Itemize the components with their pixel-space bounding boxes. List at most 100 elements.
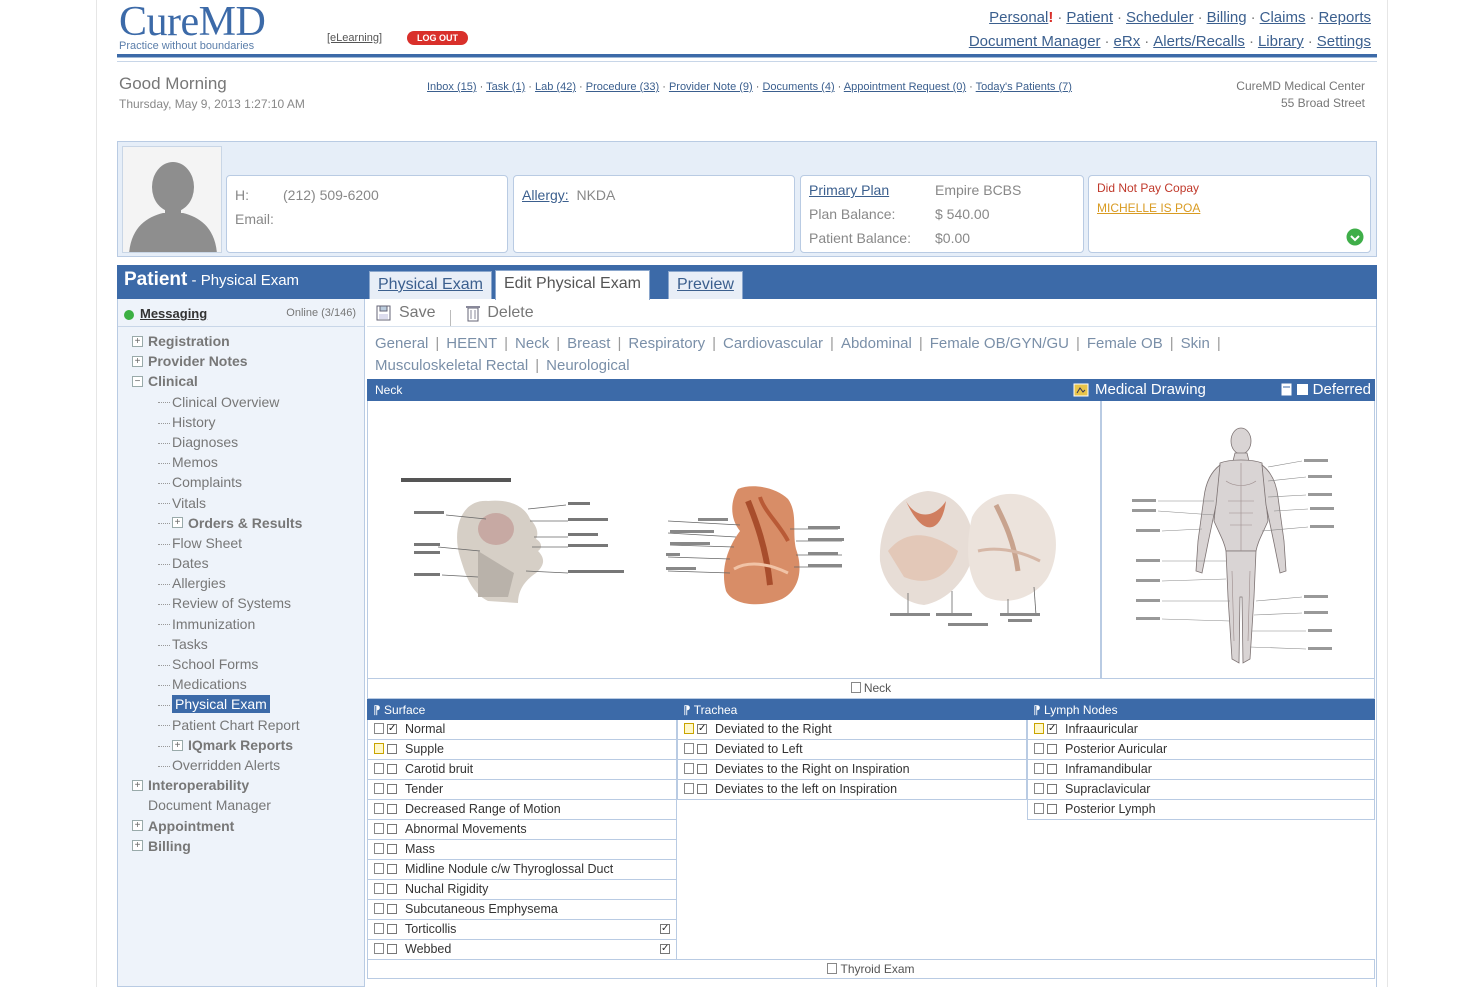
sidebar-item-flow-sheet[interactable]: Flow Sheet bbox=[132, 533, 364, 553]
finding-checkbox[interactable] bbox=[387, 843, 397, 854]
sidebar-item-physical-exam[interactable]: Physical Exam bbox=[132, 694, 364, 714]
note-icon[interactable]: ⁋ bbox=[1033, 703, 1044, 717]
note-icon[interactable] bbox=[827, 963, 838, 975]
quick-link-lab-42[interactable]: Lab (42) bbox=[535, 81, 576, 93]
add-alert-icon[interactable] bbox=[1346, 228, 1364, 246]
note-icon[interactable] bbox=[1034, 763, 1044, 775]
quick-link-appointment-request-0[interactable]: Appointment Request (0) bbox=[844, 81, 966, 93]
sidebar-item-review-of-systems[interactable]: Review of Systems bbox=[132, 593, 364, 613]
collapse-icon[interactable]: − bbox=[132, 376, 143, 388]
nav-settings[interactable]: Settings bbox=[1317, 33, 1371, 50]
expand-icon[interactable]: + bbox=[172, 517, 183, 529]
logout-button[interactable]: LOG OUT bbox=[407, 31, 468, 45]
finding-subcutaneous-emphysema[interactable]: Subcutaneous Emphysema bbox=[367, 900, 677, 920]
section-link-heent[interactable]: HEENT bbox=[446, 335, 497, 352]
sidebar-item-medications[interactable]: Medications bbox=[132, 674, 364, 694]
finding-checkbox[interactable] bbox=[1047, 763, 1057, 774]
finding-checkbox[interactable] bbox=[387, 883, 397, 894]
note-icon[interactable] bbox=[374, 863, 384, 875]
expand-icon[interactable]: + bbox=[132, 840, 143, 852]
sidebar-item-appointment[interactable]: + Appointment bbox=[132, 816, 364, 836]
finding-checkbox[interactable]: ✓ bbox=[697, 723, 707, 734]
sidebar-item-vitals[interactable]: Vitals bbox=[132, 493, 364, 513]
expand-icon[interactable]: + bbox=[132, 820, 143, 832]
nav-library[interactable]: Library bbox=[1258, 33, 1304, 50]
expand-icon[interactable]: + bbox=[132, 355, 143, 367]
nav-scheduler[interactable]: Scheduler bbox=[1126, 9, 1194, 26]
quick-link-task-1[interactable]: Task (1) bbox=[486, 81, 525, 93]
finding-mass[interactable]: Mass bbox=[367, 840, 677, 860]
finding-checkbox[interactable] bbox=[1047, 803, 1057, 814]
quick-link-provider-note-9[interactable]: Provider Note (9) bbox=[669, 81, 753, 93]
finding-midline-nodule-c-w-thyroglossal-duct[interactable]: Midline Nodule c/w Thyroglossal Duct bbox=[367, 860, 677, 880]
note-icon[interactable] bbox=[684, 723, 694, 735]
tab-preview[interactable]: Preview bbox=[668, 271, 743, 299]
nav-document-manager[interactable]: Document Manager bbox=[969, 33, 1101, 50]
finding-checkbox[interactable] bbox=[697, 783, 707, 794]
delete-button[interactable]: Delete bbox=[465, 304, 534, 322]
note-icon[interactable]: ⁋ bbox=[373, 703, 384, 717]
note-icon[interactable] bbox=[1034, 723, 1044, 735]
note-icon[interactable] bbox=[374, 743, 384, 755]
sidebar-item-interoperability[interactable]: + Interoperability bbox=[132, 775, 364, 795]
nav-erx[interactable]: eRx bbox=[1114, 33, 1141, 50]
note-icon[interactable] bbox=[374, 763, 384, 775]
full-body-drawing[interactable] bbox=[1101, 401, 1375, 679]
section-link-skin[interactable]: Skin bbox=[1181, 335, 1210, 352]
finding-deviates-to-the-left-on-inspiration[interactable]: Deviates to the left on Inspiration bbox=[677, 780, 1027, 800]
alert-icon[interactable]: ! bbox=[1048, 9, 1053, 26]
medical-drawing-toggle[interactable]: Medical Drawing bbox=[1073, 381, 1206, 398]
sidebar-item-iqmark-reports[interactable]: + IQmark Reports bbox=[132, 735, 364, 755]
finding-deviated-to-left[interactable]: Deviated to Left bbox=[677, 740, 1027, 760]
finding-checkbox[interactable] bbox=[387, 943, 397, 954]
sidebar-item-dates[interactable]: Dates bbox=[132, 553, 364, 573]
section-link-breast[interactable]: Breast bbox=[567, 335, 610, 352]
finding-torticollis[interactable]: Torticollis ✓ bbox=[367, 920, 677, 940]
note-icon[interactable] bbox=[374, 823, 384, 835]
save-button[interactable]: Save bbox=[375, 304, 435, 322]
primary-plan-link[interactable]: Primary Plan bbox=[809, 178, 935, 202]
sidebar-item-overridden-alerts[interactable]: Overridden Alerts bbox=[132, 755, 364, 775]
section-link-rectal[interactable]: Rectal bbox=[486, 357, 529, 374]
note-icon[interactable] bbox=[374, 803, 384, 815]
nav-billing[interactable]: Billing bbox=[1207, 9, 1247, 26]
note-icon[interactable] bbox=[1034, 803, 1044, 815]
finding-checkbox[interactable] bbox=[387, 823, 397, 834]
curemd-logo[interactable]: CureMD Practice without boundaries bbox=[119, 0, 266, 52]
note-icon[interactable] bbox=[374, 943, 384, 955]
quick-link-inbox-15[interactable]: Inbox (15) bbox=[427, 81, 477, 93]
expand-icon[interactable]: + bbox=[132, 335, 143, 347]
finding-checkbox[interactable] bbox=[387, 923, 397, 934]
secondary-checkbox[interactable]: ✓ bbox=[660, 944, 670, 954]
finding-posterior-lymph[interactable]: Posterior Lymph bbox=[1027, 800, 1375, 820]
nav-reports[interactable]: Reports bbox=[1318, 9, 1371, 26]
sidebar-item-immunization[interactable]: Immunization bbox=[132, 614, 364, 634]
sidebar-item-orders-results[interactable]: + Orders & Results bbox=[132, 513, 364, 533]
sidebar-item-patient-chart-report[interactable]: Patient Chart Report bbox=[132, 715, 364, 735]
quick-link-today-s-patients-7[interactable]: Today's Patients (7) bbox=[976, 81, 1072, 93]
finding-nuchal-rigidity[interactable]: Nuchal Rigidity bbox=[367, 880, 677, 900]
section-link-respiratory[interactable]: Respiratory bbox=[628, 335, 705, 352]
nav-alerts-recalls[interactable]: Alerts/Recalls bbox=[1153, 33, 1245, 50]
elearning-link[interactable]: [eLearning] bbox=[327, 32, 382, 44]
messaging-row[interactable]: Messaging Online (3/146) bbox=[118, 299, 364, 327]
finding-abnormal-movements[interactable]: Abnormal Movements bbox=[367, 820, 677, 840]
patient-avatar[interactable] bbox=[122, 146, 222, 253]
finding-checkbox[interactable] bbox=[387, 743, 397, 754]
section-link-abdominal[interactable]: Abdominal bbox=[841, 335, 912, 352]
finding-posterior-auricular[interactable]: Posterior Auricular bbox=[1027, 740, 1375, 760]
note-icon[interactable] bbox=[374, 783, 384, 795]
finding-checkbox[interactable] bbox=[387, 803, 397, 814]
note-icon[interactable] bbox=[374, 883, 384, 895]
sidebar-item-memos[interactable]: Memos bbox=[132, 452, 364, 472]
sidebar-item-school-forms[interactable]: School Forms bbox=[132, 654, 364, 674]
sidebar-item-diagnoses[interactable]: Diagnoses bbox=[132, 432, 364, 452]
sidebar-item-tasks[interactable]: Tasks bbox=[132, 634, 364, 654]
note-icon[interactable] bbox=[850, 682, 861, 694]
sidebar-item-document-manager[interactable]: Document Manager bbox=[132, 795, 364, 815]
expand-icon[interactable]: + bbox=[172, 739, 183, 751]
sidebar-item-history[interactable]: History bbox=[132, 412, 364, 432]
sidebar-item-allergies[interactable]: Allergies bbox=[132, 573, 364, 593]
note-icon[interactable] bbox=[684, 783, 694, 795]
tab-physical-exam[interactable]: Physical Exam bbox=[369, 271, 492, 299]
